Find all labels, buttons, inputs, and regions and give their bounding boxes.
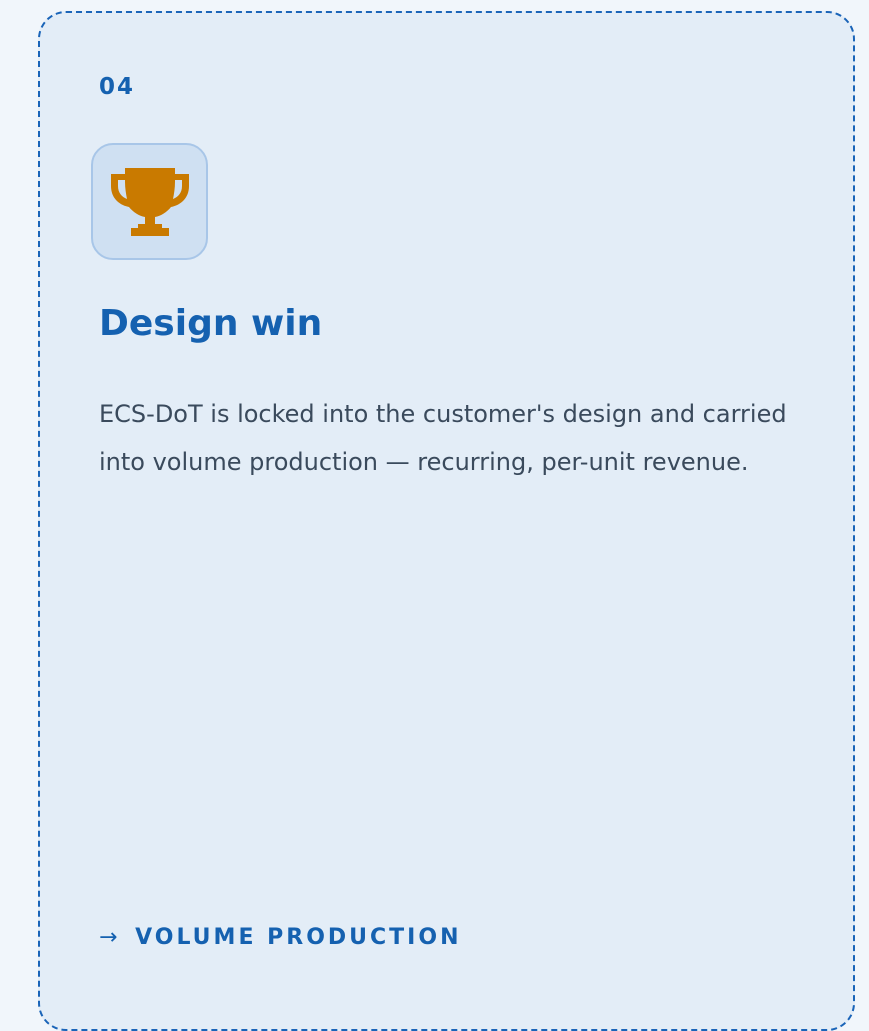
icon-tile bbox=[91, 143, 208, 260]
next-step-label: VOLUME PRODUCTION bbox=[135, 925, 462, 950]
card-title: Design win bbox=[99, 303, 323, 344]
step-number: 04 bbox=[99, 74, 136, 100]
arrow-right-icon: → bbox=[99, 925, 121, 950]
trophy-icon bbox=[110, 167, 189, 236]
next-step-link[interactable]: → VOLUME PRODUCTION bbox=[99, 925, 461, 951]
card-description: ECS-DoT is locked into the customer's de… bbox=[99, 400, 787, 476]
